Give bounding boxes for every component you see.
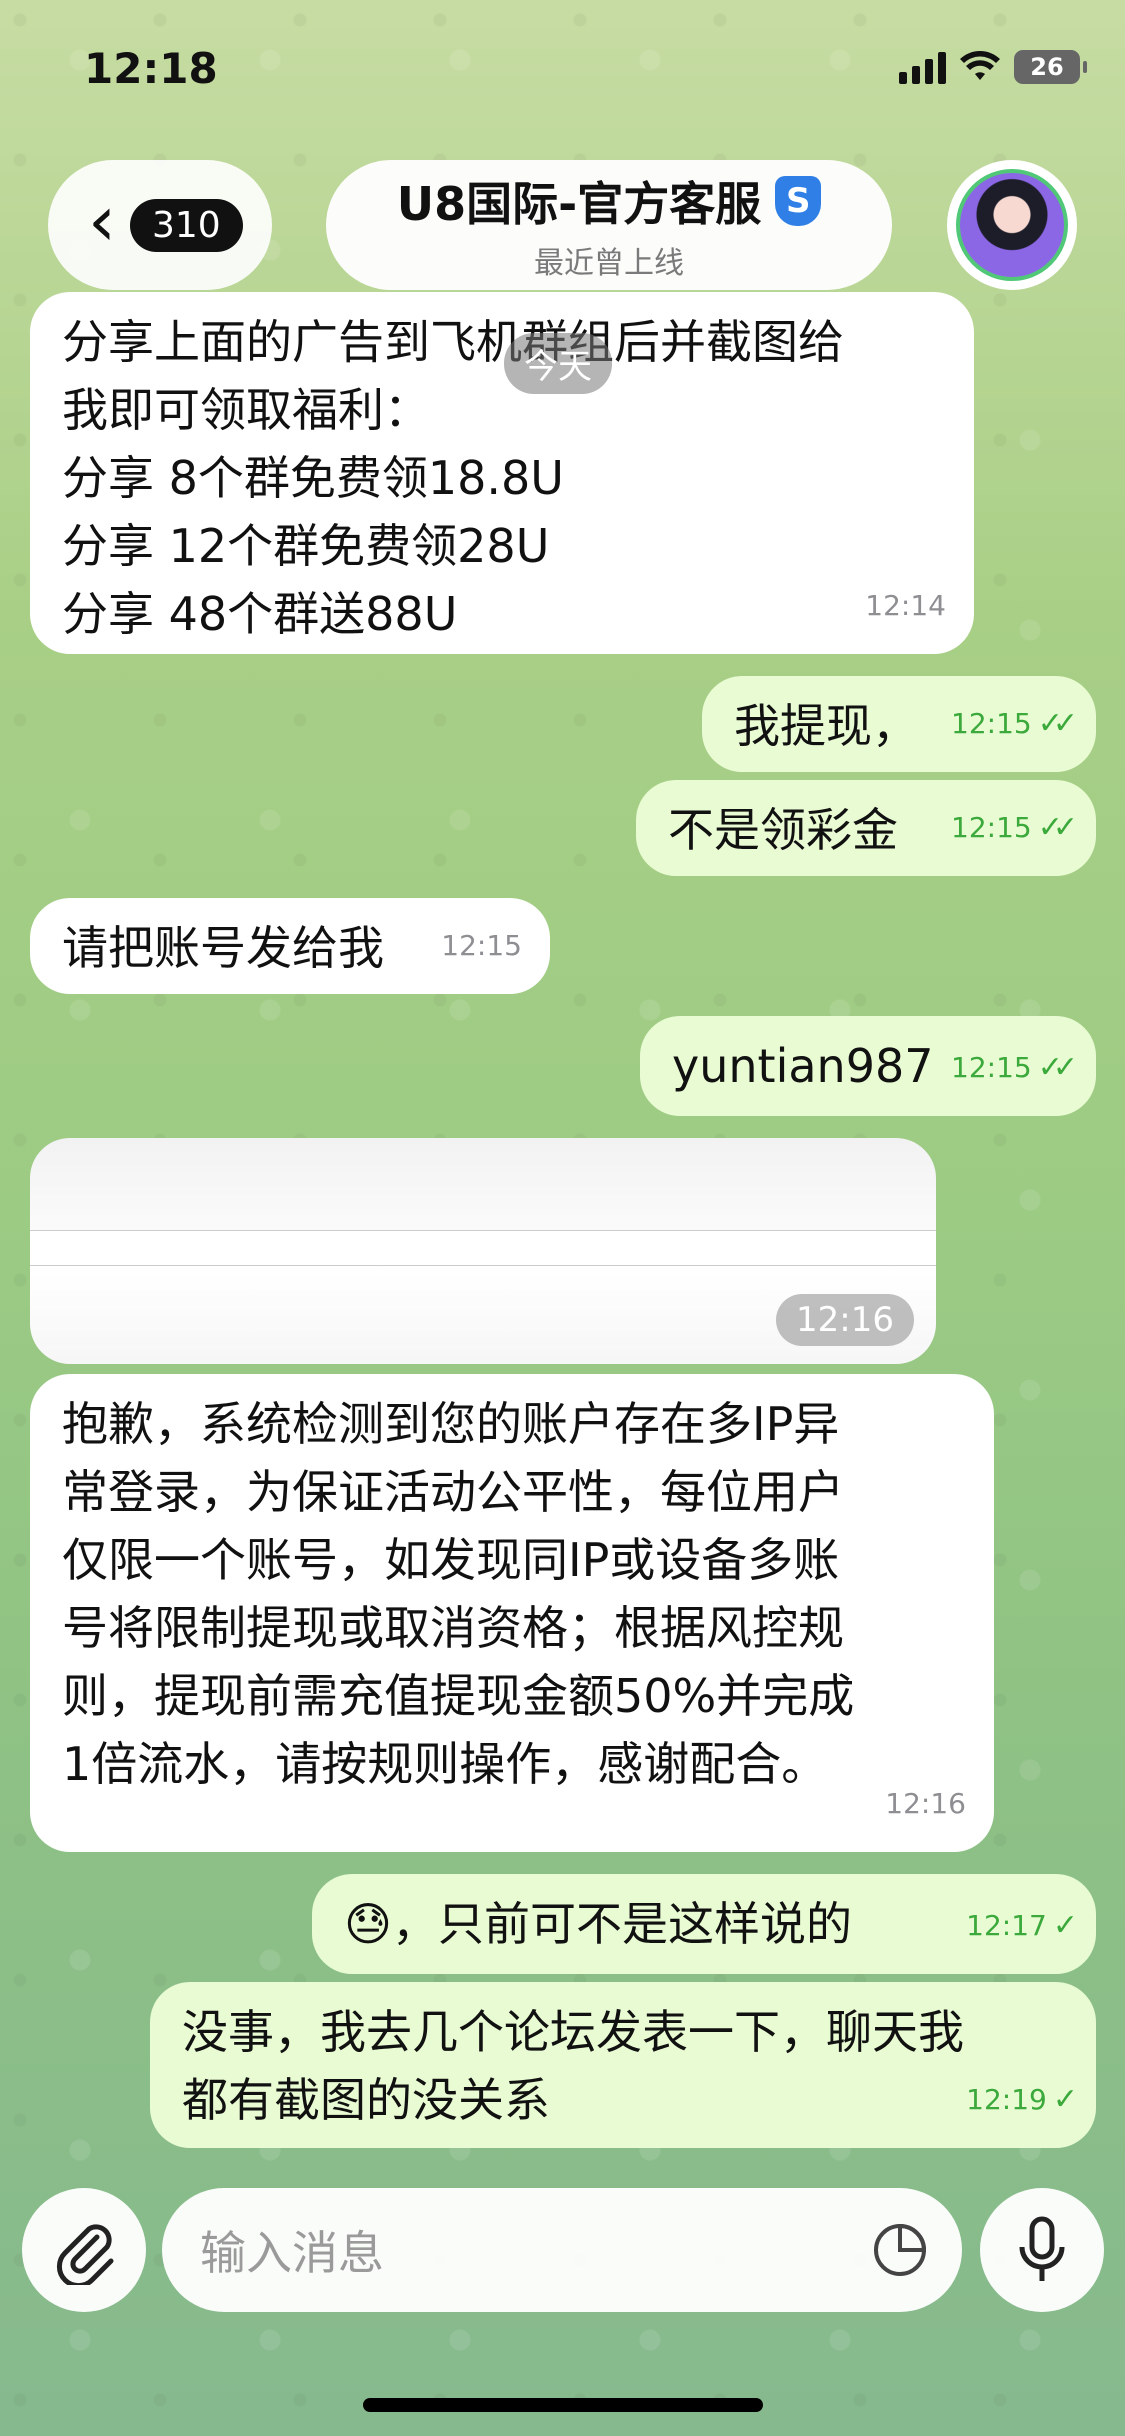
- double-check-icon: ✓✓: [1037, 706, 1078, 741]
- message-time: 12:16: [885, 1787, 966, 1820]
- emoji-sweat: 😓: [344, 1897, 392, 1951]
- status-time: 12:18: [84, 44, 218, 93]
- message-input-placeholder: 输入消息: [200, 2226, 384, 2280]
- screenshot-thumbnail: [30, 1230, 936, 1266]
- unread-count-badge: 310: [130, 198, 243, 252]
- chat-subtitle: 最近曾上线: [534, 246, 684, 281]
- status-right: 26: [899, 50, 1087, 84]
- battery-indicator: 26: [1014, 50, 1087, 84]
- wifi-icon: [960, 51, 1000, 80]
- double-check-icon: ✓✓: [1037, 810, 1078, 845]
- message-time: 12:15: [441, 929, 522, 962]
- message-time: 12:15 ✓✓: [951, 690, 1078, 758]
- single-check-icon: ✓: [1052, 2082, 1078, 2117]
- message-time: 12:15 ✓✓: [951, 1034, 1078, 1102]
- message-time: 12:15 ✓✓: [951, 794, 1078, 862]
- message-line: 分享上面的广告到飞机群组后并截图给: [62, 315, 844, 369]
- message-line: 号将限制提现或取消资格；根据风控规: [62, 1601, 844, 1655]
- home-indicator: [363, 2398, 763, 2412]
- message-text: 😓，只前可不是这样说的: [344, 1897, 852, 1951]
- message-line: 1倍流水，请按规则操作，感谢配合。: [62, 1737, 828, 1791]
- message-line: 则，提现前需充值提现金额50%并完成: [62, 1669, 855, 1723]
- message-line: 分享 8个群免费领18.8U: [62, 451, 564, 505]
- message-line: 没事，我去几个论坛发表一下，聊天我: [182, 2005, 964, 2059]
- message-line: 抱歉，系统检测到您的账户存在多IP异: [62, 1397, 840, 1451]
- message-bubble[interactable]: 分享上面的广告到飞机群组后并截图给 我即可领取福利： 分享 8个群免费领18.8…: [30, 292, 974, 654]
- double-check-icon: ✓✓: [1037, 1050, 1078, 1085]
- attach-icon: [56, 2224, 114, 2285]
- contact-avatar[interactable]: [947, 160, 1077, 290]
- date-separator: 今天: [504, 333, 612, 394]
- message-bubble[interactable]: 抱歉，系统检测到您的账户存在多IP异 常登录，为保证活动公平性，每位用户 仅限一…: [30, 1374, 994, 1852]
- chevron-left-icon: ‹: [88, 180, 116, 262]
- verified-shield-icon: S: [775, 176, 822, 226]
- message-composer: 输入消息: [0, 2188, 1125, 2318]
- chat-header: ‹ 310 U8国际-官方客服 S 最近曾上线: [0, 160, 1125, 290]
- image-message[interactable]: 12:16: [30, 1138, 936, 1364]
- microphone-icon: [1019, 2216, 1065, 2281]
- chat-title: U8国际-官方客服 S: [396, 168, 822, 234]
- message-line: 都有截图的没关系: [182, 2073, 550, 2127]
- message-bubble[interactable]: yuntian987 12:15 ✓✓: [640, 1016, 1096, 1116]
- message-bubble[interactable]: 没事，我去几个论坛发表一下，聊天我 都有截图的没关系 12:19 ✓: [150, 1982, 1096, 2148]
- message-line: 分享 48个群送88U: [62, 587, 458, 641]
- back-button[interactable]: ‹ 310: [48, 160, 272, 290]
- status-bar: 12:18 26: [0, 40, 1125, 100]
- avatar-image: [956, 169, 1068, 281]
- signal-icon: [899, 50, 946, 84]
- message-line: 常登录，为保证活动公平性，每位用户: [62, 1465, 844, 1519]
- sticker-icon[interactable]: [872, 2222, 928, 2278]
- attach-button[interactable]: [22, 2188, 146, 2312]
- message-input[interactable]: 输入消息: [162, 2188, 962, 2312]
- chat-title-area[interactable]: U8国际-官方客服 S 最近曾上线: [326, 160, 892, 290]
- message-time: 12:16: [776, 1294, 914, 1346]
- message-time: 12:17 ✓: [966, 1892, 1078, 1960]
- single-check-icon: ✓: [1052, 1908, 1078, 1943]
- voice-record-button[interactable]: [980, 2188, 1104, 2312]
- message-bubble[interactable]: 我提现， 12:15 ✓✓: [702, 676, 1096, 772]
- message-time: 12:19 ✓: [966, 2066, 1078, 2134]
- message-bubble[interactable]: 😓，只前可不是这样说的 12:17 ✓: [312, 1874, 1096, 1974]
- message-line: 我即可领取福利：: [62, 383, 430, 437]
- message-line: 仅限一个账号，如发现同IP或设备多账: [62, 1533, 840, 1587]
- message-time: 12:14: [865, 589, 946, 622]
- message-line: 分享 12个群免费领28U: [62, 519, 550, 573]
- chat-title-text: U8国际-官方客服: [396, 177, 762, 231]
- message-bubble[interactable]: 不是领彩金 12:15 ✓✓: [636, 780, 1096, 876]
- message-bubble[interactable]: 请把账号发给我 12:15: [30, 898, 550, 994]
